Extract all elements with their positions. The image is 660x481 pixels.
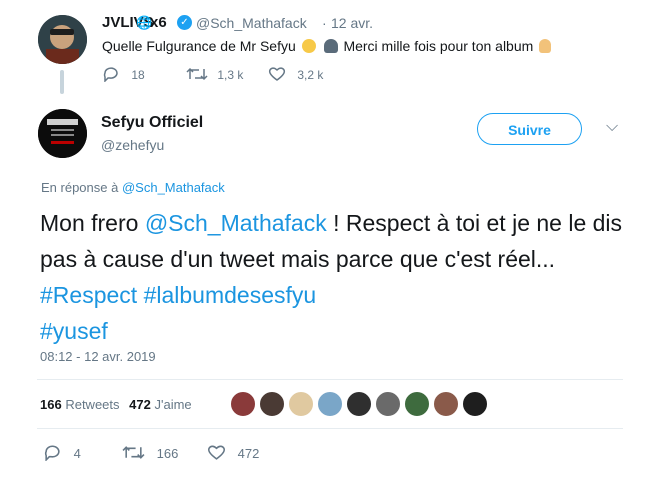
- heart-icon: [207, 445, 226, 460]
- like-count: 472: [237, 446, 260, 461]
- liker-avatar[interactable]: [259, 391, 285, 417]
- main-tweet-text: Mon frero @Sch_Mathafack ! Respect à toi…: [40, 205, 640, 349]
- like-button[interactable]: 472: [207, 444, 259, 461]
- main-author-name[interactable]: Sefyu Officiel: [101, 114, 203, 132]
- person-icon: [323, 39, 338, 53]
- retweet-stat-count: 166: [40, 397, 62, 412]
- reply-icon: [44, 445, 60, 462]
- parent-tweet-text: Quelle Fulgurance de Mr Sefyu Merci mill…: [102, 38, 553, 54]
- liker-avatar[interactable]: [288, 391, 314, 417]
- divider: [37, 428, 623, 429]
- parent-text-part2: Merci mille fois pour ton album: [343, 38, 534, 54]
- reply-count: 18: [131, 68, 145, 82]
- parent-avatar[interactable]: [38, 15, 87, 64]
- tweet-stats: 166 Retweets 472 J'aime: [40, 397, 192, 412]
- retweet-count: 166: [156, 446, 179, 461]
- hashtag-yusef[interactable]: #yusef: [40, 318, 108, 344]
- thread-line: [60, 70, 64, 94]
- reply-context: En réponse à @Sch_Mathafack: [41, 180, 225, 195]
- separator-dot: ·: [322, 15, 327, 31]
- liker-avatar[interactable]: [462, 391, 488, 417]
- retweet-count: 1,3 k: [217, 68, 244, 82]
- retweets-stat[interactable]: 166 Retweets: [40, 397, 120, 412]
- verified-icon: ✓: [177, 15, 192, 30]
- retweet-icon: [122, 446, 145, 459]
- reply-button[interactable]: 4: [43, 444, 81, 462]
- praying-hands-icon: [539, 39, 552, 53]
- hashtag-respect[interactable]: #Respect: [40, 282, 137, 308]
- hashtag-lalbumdesesfyu[interactable]: #lalbumdesesfyu: [144, 282, 317, 308]
- mention-link[interactable]: @Sch_Mathafack: [145, 210, 327, 236]
- reply-to-link[interactable]: @Sch_Mathafack: [122, 180, 225, 195]
- likes-stat[interactable]: 472 J'aime: [129, 397, 192, 412]
- like-button[interactable]: 3,2 k: [268, 66, 323, 82]
- divider: [37, 379, 623, 380]
- main-author-handle[interactable]: @zehefyu: [101, 137, 164, 153]
- heart-icon: [268, 67, 286, 81]
- text-part1: Mon frero: [40, 210, 145, 236]
- liker-avatar[interactable]: [230, 391, 256, 417]
- like-stat-count: 472: [129, 397, 151, 412]
- parent-author-handle[interactable]: @Sch_Mathafack: [196, 15, 307, 31]
- screaming-face-icon: [301, 39, 316, 53]
- chevron-down-icon[interactable]: ⌵: [606, 118, 618, 136]
- main-avatar[interactable]: [38, 109, 87, 158]
- parent-author-badge: x6: [150, 14, 167, 31]
- reply-button[interactable]: 18: [102, 66, 145, 83]
- liker-avatar[interactable]: [375, 391, 401, 417]
- liker-avatar[interactable]: [346, 391, 372, 417]
- reply-icon: [103, 67, 118, 83]
- retweet-icon: [186, 67, 208, 81]
- retweet-button[interactable]: 166: [122, 444, 178, 461]
- liker-avatar[interactable]: [433, 391, 459, 417]
- retweet-button[interactable]: 1,3 k: [186, 66, 243, 82]
- retweet-stat-label: Retweets: [65, 397, 120, 412]
- parent-date[interactable]: 12 avr.: [331, 15, 373, 31]
- liker-avatar[interactable]: [404, 391, 430, 417]
- reply-prefix: En réponse à: [41, 180, 119, 195]
- reply-count: 4: [73, 446, 81, 461]
- follow-button[interactable]: Suivre: [477, 113, 582, 145]
- like-count: 3,2 k: [297, 68, 324, 82]
- tweet-timestamp[interactable]: 08:12 - 12 avr. 2019: [40, 349, 156, 364]
- liker-avatar[interactable]: [317, 391, 343, 417]
- like-stat-label: J'aime: [154, 397, 192, 412]
- parent-text-part1: Quelle Fulgurance de Mr Sefyu: [102, 38, 296, 54]
